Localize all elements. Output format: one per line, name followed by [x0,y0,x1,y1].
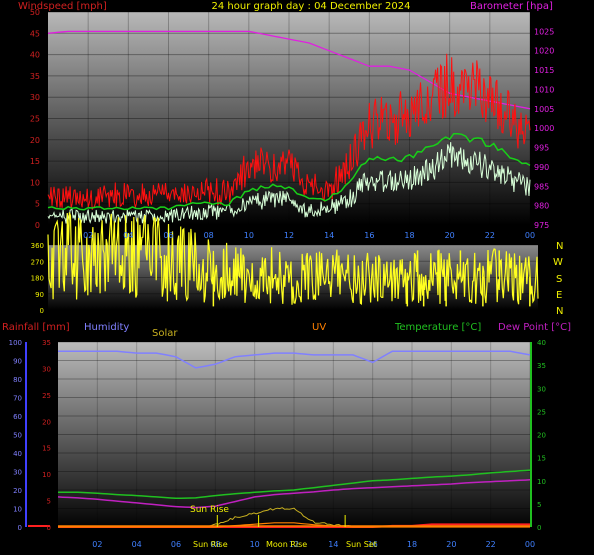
wind-x-tick: 12 [284,231,294,240]
temperature-y-tick: 20 [537,432,546,440]
wind-y-tick: 10 [30,178,40,187]
wind-x-tick: 06 [163,231,173,240]
humidity-y-tick: 20 [13,487,22,495]
lower-x-tick: 06 [171,540,181,549]
wind-x-tick: 14 [324,231,334,240]
barometer-axis-label: Barometer [hpa] [470,1,553,12]
windspeed-axis-label: Windspeed [mph] [18,1,107,12]
baro-y-tick: 1000 [534,124,554,133]
wind-x-tick: 10 [244,231,254,240]
wind-x-tick: 00 [525,231,535,240]
wind-x-tick: 04 [123,231,133,240]
lower-x-tick: 02 [92,540,102,549]
rain-y-tick: 35 [42,339,51,347]
lower-x-tick: 14 [328,540,338,549]
wind-y-tick: 0 [35,221,40,230]
rain-y-tick: 0 [47,524,51,532]
temperature-axis-label: Temperature [°C] [394,322,481,333]
direction-y-tick: 90 [35,291,44,299]
humidity-y-tick: 30 [13,469,22,477]
rain-y-tick: 15 [42,445,51,453]
solar-label: Solar [152,328,178,339]
rain-y-tick: 30 [42,365,51,373]
direction-y-tick: 270 [31,258,44,266]
lower-x-tick: 18 [407,540,417,549]
direction-y-tick: 180 [31,275,44,283]
lower-x-tick: 20 [446,540,456,549]
temperature-y-tick: 30 [537,385,546,393]
wind-x-tick: 16 [364,231,374,240]
humidity-y-tick: 50 [13,432,22,440]
uv-label: UV [312,322,326,333]
rain-y-tick: 20 [42,418,51,426]
event-sun-rise-2: Sun Rise [193,540,228,549]
compass-n-bottom: N [556,306,563,317]
direction-y-tick: 360 [31,242,44,250]
baro-y-tick: 980 [534,202,549,211]
baro-y-tick: 1015 [534,66,554,75]
temperature-y-tick: 10 [537,478,546,486]
lower-x-tick: 00 [525,540,535,549]
temperature-y-tick: 15 [537,455,546,463]
wind-x-tick: 02 [83,231,93,240]
compass-w: W [553,257,563,268]
compass-s: S [556,274,562,285]
wind-y-tick: 40 [30,51,40,60]
baro-y-tick: 1020 [534,47,554,56]
baro-y-tick: 1010 [534,85,554,94]
temperature-y-tick: 35 [537,362,546,370]
rain-y-tick: 5 [47,498,51,506]
compass-e: E [556,290,562,301]
weather-charts: 0510152025303540455097598098599099510001… [2,1,571,549]
baro-y-tick: 975 [534,221,549,230]
rainfall-axis-label: Rainfall [mm] [2,322,70,333]
humidity-y-tick: 80 [13,376,22,384]
humidity-y-tick: 90 [13,358,22,366]
wind-y-tick: 15 [30,157,40,166]
humidity-axis-label: Humidity [84,322,129,333]
wind-y-tick: 45 [30,29,40,38]
event-moon-rise: Moon Rise [266,540,307,549]
event-sun-set: Sun Set [346,540,377,549]
wind-x-tick: 20 [445,231,455,240]
humidity-y-tick: 40 [13,450,22,458]
temperature-y-tick: 25 [537,408,546,416]
wind-y-tick: 20 [30,136,40,145]
compass-n-top: N [556,241,563,252]
wind-y-tick: 5 [35,200,40,209]
humidity-y-tick: 70 [13,395,22,403]
temperature-y-tick: 5 [537,501,541,509]
lower-x-tick: 04 [132,540,142,549]
baro-y-tick: 985 [534,182,549,191]
event-sun-rise-1: Sun Rise [190,505,229,515]
lower-x-tick: 10 [250,540,260,549]
chart-title: 24 hour graph day : 04 December 2024 [212,1,411,12]
direction-y-tick: 0 [40,307,44,315]
humidity-y-tick: 10 [13,506,22,514]
temperature-y-tick: 40 [537,339,546,347]
humidity-y-tick: 60 [13,413,22,421]
rain-y-tick: 25 [42,392,51,400]
baro-y-tick: 990 [534,163,549,172]
temperature-y-tick: 0 [537,524,541,532]
wind-x-tick: 08 [204,231,214,240]
rain-y-tick: 10 [42,471,51,479]
wind-y-tick: 35 [30,72,40,81]
wind-x-tick: 22 [485,231,495,240]
humidity-y-tick: 100 [9,339,22,347]
dewpoint-axis-label: Dew Point [°C] [498,322,571,333]
wind-x-tick: 18 [404,231,414,240]
baro-y-tick: 995 [534,144,549,153]
baro-y-tick: 1005 [534,105,554,114]
wind-y-tick: 25 [30,115,40,124]
baro-y-tick: 1025 [534,27,554,36]
humidity-y-tick: 0 [18,524,22,532]
lower-x-tick: 22 [486,540,496,549]
wind-y-tick: 30 [30,93,40,102]
